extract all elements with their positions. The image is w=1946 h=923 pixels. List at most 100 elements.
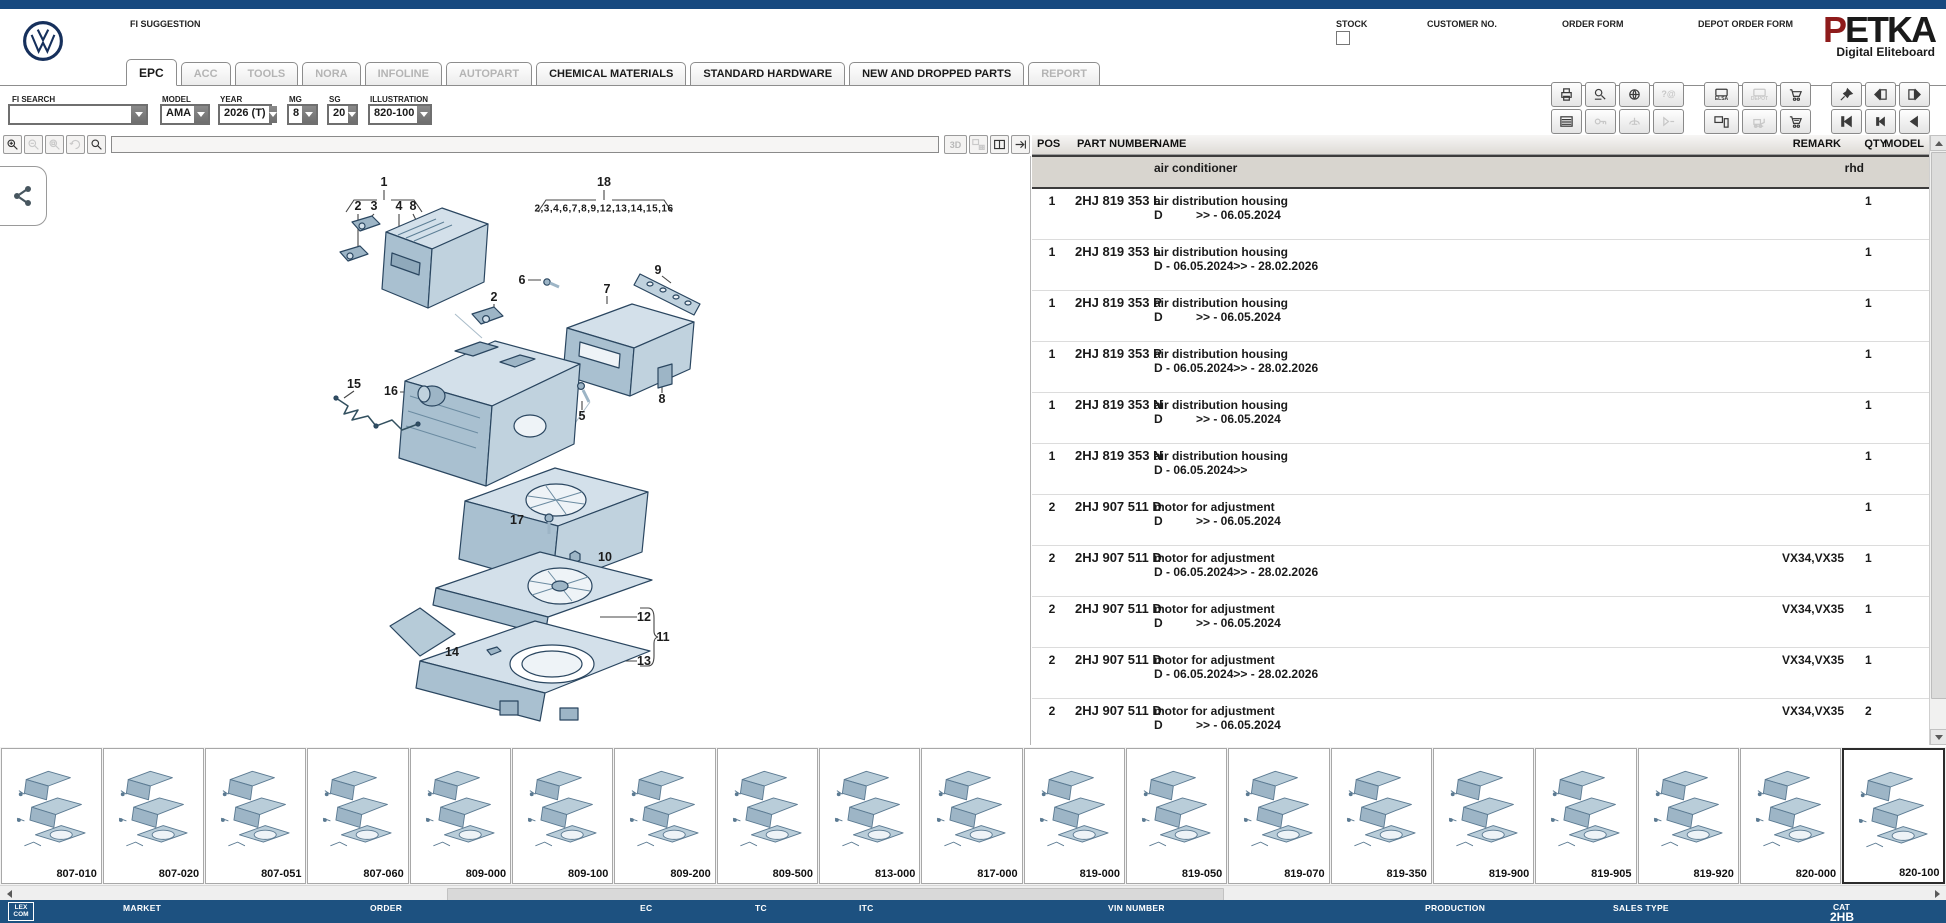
table-row[interactable]: 2 2HJ 907 511 D motor for adjustment D -… [1032, 648, 1929, 699]
monitor-device-button[interactable] [1704, 109, 1739, 134]
illustration-thumbnail[interactable]: 817-000 [921, 748, 1022, 884]
table-row[interactable]: 2 2HJ 907 511 D motor for adjustment D >… [1032, 495, 1929, 546]
part-callout[interactable]: 4 [396, 199, 403, 213]
cell-part-number[interactable]: 2HJ 819 353 L [1075, 244, 1161, 259]
elsa-button[interactable]: ELSA [1704, 82, 1739, 107]
illustration-thumbnail[interactable]: 809-200 [614, 748, 715, 884]
zoom-region-icon[interactable] [87, 135, 106, 154]
part-callout[interactable]: 12 [637, 610, 651, 624]
illustration-thumbnail[interactable]: 807-051 [205, 748, 306, 884]
year-combo[interactable]: 2026 (T) [218, 104, 272, 125]
part-callout[interactable]: 3 [371, 199, 378, 213]
part-callout[interactable]: 9 [655, 263, 662, 277]
col-model[interactable]: MODEL [1884, 138, 1924, 150]
illustration-thumbnail[interactable]: 819-350 [1331, 748, 1432, 884]
scroll-down-button[interactable] [1930, 729, 1946, 745]
part-callout[interactable]: 11 [656, 630, 669, 644]
part-callout[interactable]: 16 [384, 384, 398, 398]
illustration-thumbnail[interactable]: 809-100 [512, 748, 613, 884]
table-row[interactable]: 2 2HJ 907 511 D motor for adjustment D >… [1032, 597, 1929, 648]
part-callout[interactable]: 10 [598, 550, 612, 564]
part-callout[interactable]: 1 [381, 175, 388, 189]
cell-part-number[interactable]: 2HJ 819 353 L [1075, 193, 1161, 208]
fi-search-dropdown-icon[interactable] [131, 106, 146, 123]
mg-combo[interactable]: 8 [287, 104, 318, 125]
illustration-thumbnail[interactable]: 820-100 [1842, 748, 1945, 884]
part-callout[interactable]: 7 [604, 282, 611, 296]
col-remark[interactable]: REMARK [1793, 138, 1841, 150]
part-callout[interactable]: 2,3,4,6,7,8,9,12,13,14,15,16 [534, 204, 673, 215]
cell-part-number[interactable]: 2HJ 819 353 P [1075, 295, 1162, 310]
thumb-scroll-right-button[interactable] [1930, 888, 1944, 899]
part-callout[interactable]: 8 [410, 199, 417, 213]
viewer-search-input[interactable] [111, 136, 939, 153]
part-callout[interactable]: 14 [445, 645, 459, 659]
cell-part-number[interactable]: 2HJ 907 511 D [1075, 499, 1162, 514]
cell-part-number[interactable]: 2HJ 907 511 D [1075, 652, 1162, 667]
thumbnail-scrollbar[interactable] [0, 885, 1946, 901]
tab[interactable]: EPC [126, 59, 177, 86]
share-button[interactable] [0, 166, 47, 226]
part-callout[interactable]: 2 [491, 290, 498, 304]
illustration-thumbnail[interactable]: 807-020 [103, 748, 204, 884]
part-callout[interactable]: 15 [347, 377, 361, 391]
illustration-thumbnail[interactable]: 820-000 [1740, 748, 1841, 884]
illustration-thumbnail[interactable]: 819-050 [1126, 748, 1227, 884]
thumb-scroll-left-button[interactable] [2, 888, 16, 899]
nav-back-button[interactable] [1899, 109, 1930, 134]
cell-part-number[interactable]: 2HJ 907 511 D [1075, 703, 1162, 718]
illustration-thumbnail[interactable]: 819-905 [1535, 748, 1636, 884]
illustration-thumbnail[interactable]: 819-920 [1638, 748, 1739, 884]
illustration-thumbnail[interactable]: 807-060 [307, 748, 408, 884]
group-header-row[interactable]: air conditioner rhd [1032, 155, 1929, 189]
sg-combo[interactable]: 20 [327, 104, 358, 125]
table-row[interactable]: 1 2HJ 819 353 P air distribution housing… [1032, 291, 1929, 342]
illustration-thumbnail[interactable]: 819-070 [1228, 748, 1329, 884]
fi-search-value[interactable] [10, 106, 131, 123]
illustration-thumbnail[interactable]: 809-000 [410, 748, 511, 884]
cell-part-number[interactable]: 2HJ 819 353 N [1075, 397, 1162, 412]
table-row[interactable]: 1 2HJ 819 353 N air distribution housing… [1032, 393, 1929, 444]
table-scrollbar[interactable] [1929, 135, 1946, 745]
col-pos[interactable]: POS [1037, 138, 1060, 150]
part-inspect-button[interactable] [1585, 82, 1616, 107]
illustration-thumbnail[interactable]: 819-900 [1433, 748, 1534, 884]
split-view-icon[interactable] [990, 135, 1009, 154]
cell-part-number[interactable]: 2HJ 907 511 D [1075, 601, 1162, 616]
table-row[interactable]: 1 2HJ 819 353 L air distribution housing… [1032, 189, 1929, 240]
cell-part-number[interactable]: 2HJ 819 353 N [1075, 448, 1162, 463]
fi-search-combo[interactable] [8, 104, 148, 125]
tab[interactable]: AUTOPART [446, 62, 532, 85]
pin-button[interactable] [1831, 82, 1862, 107]
year-dropdown-icon[interactable] [269, 106, 277, 123]
illustration-thumbnail[interactable]: 807-010 [1, 748, 102, 884]
previous-document-button[interactable] [1865, 82, 1896, 107]
mg-dropdown-icon[interactable] [302, 106, 316, 123]
stock-checkbox[interactable] [1336, 31, 1350, 45]
part-callout[interactable]: 18 [597, 175, 611, 189]
tab[interactable]: INFOLINE [365, 62, 442, 85]
col-part-number[interactable]: PART NUMBER [1077, 138, 1157, 150]
cell-part-number[interactable]: 2HJ 907 511 D [1075, 550, 1162, 565]
depot-order-form-label[interactable]: DEPOT ORDER FORM [1698, 19, 1793, 29]
tab[interactable]: NORA [302, 62, 360, 85]
zoom-in-icon[interactable] [3, 135, 22, 154]
order-form-label[interactable]: ORDER FORM [1562, 19, 1624, 29]
cell-part-number[interactable]: 2HJ 819 353 P [1075, 346, 1162, 361]
sg-dropdown-icon[interactable] [348, 106, 356, 123]
tab[interactable]: ACC [181, 62, 231, 85]
tab[interactable]: CHEMICAL MATERIALS [536, 62, 686, 85]
model-combo[interactable]: AMA [160, 104, 210, 125]
model-dropdown-icon[interactable] [194, 106, 208, 123]
global-search-button[interactable] [1619, 82, 1650, 107]
nav-first-button[interactable] [1831, 109, 1862, 134]
table-scrollbar-thumb[interactable] [1931, 152, 1946, 699]
tab[interactable]: TOOLS [235, 62, 299, 85]
shopping-cart-button[interactable] [1780, 82, 1811, 107]
illustration-thumbnail[interactable]: 813-000 [819, 748, 920, 884]
col-name[interactable]: NAME [1154, 138, 1186, 150]
collapse-panel-icon[interactable] [1011, 135, 1030, 154]
table-row[interactable]: 1 2HJ 819 353 L air distribution housing… [1032, 240, 1929, 291]
part-callout[interactable]: 13 [637, 654, 651, 668]
scroll-up-button[interactable] [1930, 135, 1946, 151]
